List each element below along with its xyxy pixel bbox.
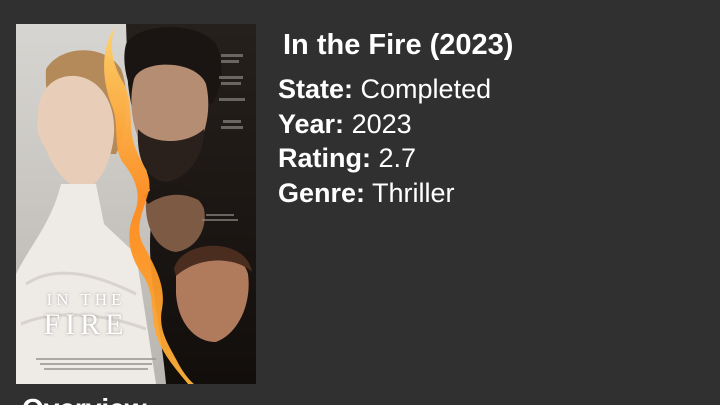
genre-row: Genre: Thriller xyxy=(278,176,698,211)
poster-title-line2: FIRE xyxy=(43,308,129,341)
year-value: 2023 xyxy=(351,108,412,139)
state-row: State: Completed xyxy=(278,72,698,107)
movie-poster[interactable]: IN THE FIRE xyxy=(16,24,256,384)
year-label: Year: xyxy=(278,108,345,139)
overview-heading: Overview xyxy=(22,393,147,405)
state-value: Completed xyxy=(360,74,492,104)
rating-row: Rating: 2.7 xyxy=(278,141,698,176)
movie-detail-screen: IN THE FIRE In the Fire (2023) State: Co… xyxy=(0,0,720,405)
state-label: State: xyxy=(278,74,354,104)
year-row: Year: 2023 xyxy=(278,107,698,142)
movie-info-panel: In the Fire (2023) State: Completed Year… xyxy=(278,26,698,210)
genre-label: Genre: xyxy=(278,177,366,208)
genre-value: Thriller xyxy=(372,177,455,208)
movie-title: In the Fire (2023) xyxy=(283,29,514,61)
poster-title-line1: IN THE xyxy=(46,290,126,309)
rating-value: 2.7 xyxy=(378,143,417,173)
rating-label: Rating: xyxy=(278,143,371,173)
